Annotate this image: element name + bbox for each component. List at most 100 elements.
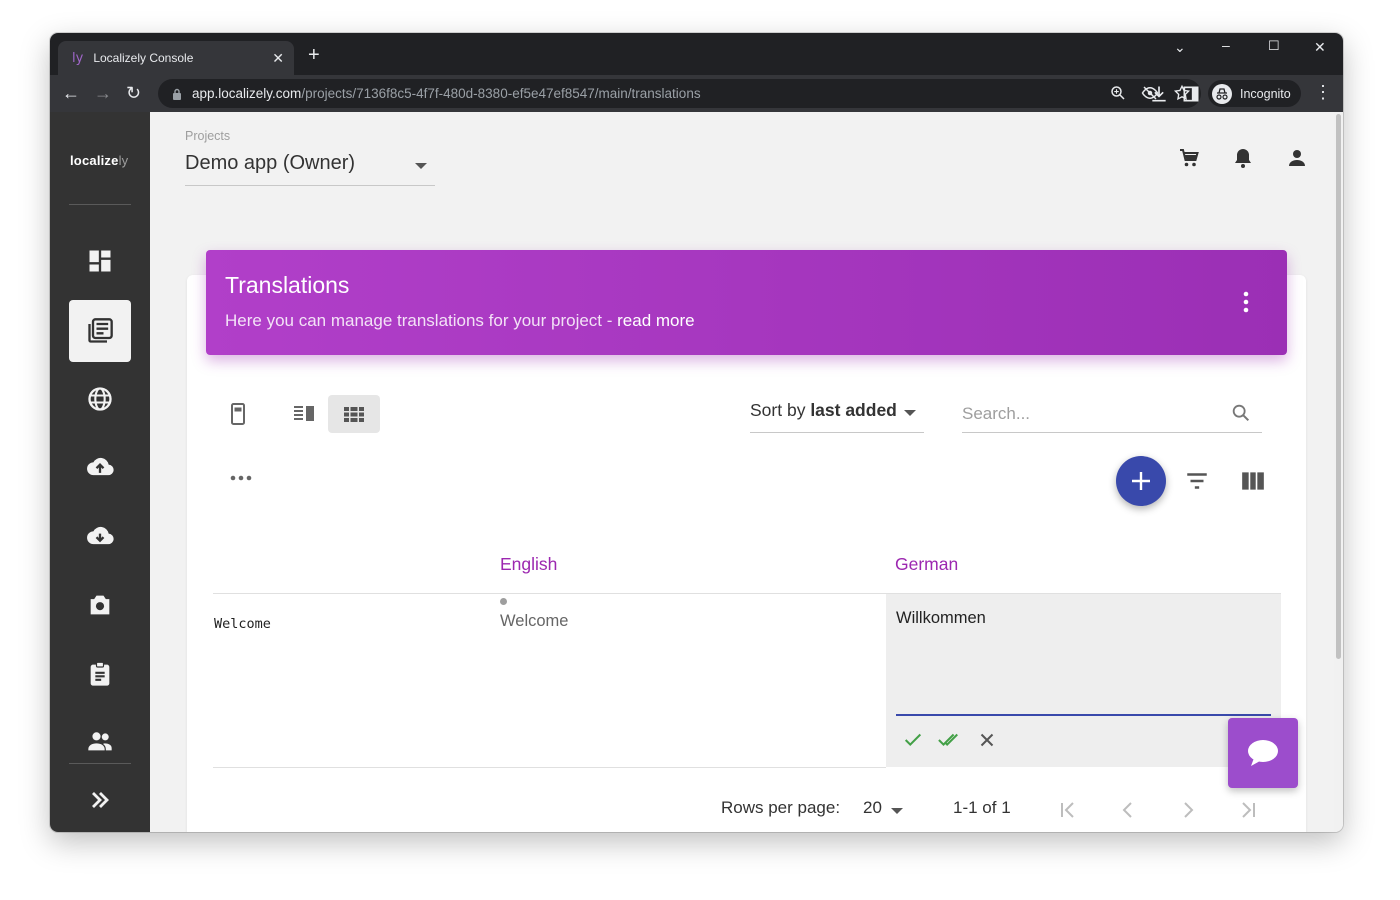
browser-window: ly Localizely Console ✕ + ⌄ – ☐ ✕ ← → ↻ … — [50, 33, 1343, 832]
next-page-icon[interactable] — [1176, 798, 1200, 822]
filter-icon[interactable] — [1184, 468, 1210, 494]
main-content: Projects Demo app (Owner) Translations H… — [150, 112, 1334, 832]
sidebar-item-screenshots[interactable] — [69, 574, 131, 636]
first-page-icon[interactable] — [1056, 798, 1080, 822]
close-window-icon[interactable]: ✕ — [1314, 39, 1326, 56]
dashboard-icon — [89, 250, 111, 272]
incognito-icon — [1212, 83, 1232, 104]
lock-icon — [173, 88, 181, 100]
sidebar-item-upload[interactable] — [69, 436, 131, 498]
profile-label: Incognito — [1240, 86, 1291, 101]
column-header-english[interactable]: English — [500, 554, 557, 575]
new-tab-icon[interactable]: + — [308, 45, 320, 65]
rows-per-page-label: Rows per page: — [721, 798, 841, 817]
cancel-close-icon[interactable] — [976, 729, 998, 751]
favicon-icon: ly — [72, 50, 84, 66]
save-and-review-double-check-icon[interactable] — [938, 729, 960, 751]
tab-title: Localizely Console — [93, 51, 194, 65]
last-page-icon[interactable] — [1236, 798, 1260, 822]
project-select[interactable]: Demo app (Owner) — [185, 152, 435, 186]
reload-icon[interactable]: ↻ — [126, 83, 141, 103]
sidebar-expand-button[interactable] — [69, 769, 131, 831]
add-key-button[interactable] — [1116, 456, 1166, 506]
browser-menu-icon[interactable]: ⋮ — [1314, 82, 1332, 102]
read-more-link[interactable]: read more — [617, 311, 694, 330]
table-row-divider — [213, 767, 886, 768]
notifications-bell-icon[interactable] — [1231, 146, 1255, 170]
sidebar: localizely — [50, 112, 150, 832]
translation-key[interactable]: Welcome — [214, 616, 271, 632]
view-mobile-button[interactable] — [212, 395, 264, 433]
address-bar[interactable]: app.localizely.com/projects/7136f8c5-4f7… — [158, 79, 1201, 108]
back-icon[interactable]: ← — [62, 83, 80, 103]
sidebar-item-reports[interactable] — [69, 643, 131, 705]
split-view-icon — [294, 406, 314, 421]
browser-tab[interactable]: ly Localizely Console ✕ — [58, 41, 294, 75]
upload-icon — [87, 457, 114, 476]
sidebar-divider — [69, 204, 131, 205]
brand-logo[interactable]: localizely — [70, 153, 128, 168]
translations-icon — [88, 318, 113, 343]
sort-value: last added — [810, 400, 897, 420]
column-header-german[interactable]: German — [895, 554, 958, 575]
banner-title: Translations — [225, 272, 350, 298]
forward-icon[interactable]: → — [94, 83, 112, 103]
status-dot-icon — [500, 598, 507, 605]
chat-bubble-icon — [1248, 740, 1278, 766]
team-icon — [88, 732, 112, 751]
plus-icon — [1132, 472, 1150, 490]
reports-clipboard-icon — [90, 661, 110, 686]
downloads-icon[interactable] — [1149, 84, 1169, 104]
view-split-button[interactable] — [278, 395, 330, 433]
account-icon[interactable] — [1285, 146, 1309, 170]
page-scrollbar[interactable] — [1334, 112, 1343, 832]
german-translation-input[interactable]: Willkommen — [896, 609, 1266, 705]
previous-page-icon[interactable] — [1116, 798, 1140, 822]
search-input[interactable] — [962, 400, 1222, 428]
more-horizontal-icon[interactable] — [230, 475, 252, 481]
grid-view-icon — [344, 407, 364, 422]
url-path: /projects/7136f8c5-4f7f-480d-8380-ef5e47… — [301, 86, 701, 101]
german-translation-editor: Willkommen — [886, 594, 1281, 767]
maximize-icon[interactable]: ☐ — [1268, 38, 1280, 54]
translations-banner: Translations Here you can manage transla… — [206, 250, 1287, 355]
zoom-icon[interactable] — [1109, 84, 1127, 102]
sidebar-divider-bottom — [69, 763, 131, 764]
sidebar-item-download[interactable] — [69, 505, 131, 567]
languages-globe-icon — [88, 387, 112, 411]
rows-per-page-chevron-icon — [891, 808, 903, 814]
download-icon — [87, 526, 114, 545]
project-select-value: Demo app (Owner) — [185, 152, 356, 174]
side-panel-icon[interactable] — [1181, 84, 1201, 104]
search-field[interactable] — [962, 400, 1262, 433]
tab-strip: ly Localizely Console ✕ + ⌄ – ☐ ✕ — [50, 33, 1343, 75]
tab-search-icon[interactable]: ⌄ — [1174, 39, 1186, 56]
app: localizely Projects Demo app (Owner) Tra… — [50, 112, 1343, 832]
save-check-icon[interactable] — [902, 729, 924, 751]
banner-subtitle: Here you can manage translations for you… — [225, 311, 695, 330]
scrollbar-thumb[interactable] — [1336, 114, 1341, 659]
tab-close-icon[interactable]: ✕ — [272, 50, 284, 67]
sidebar-item-languages[interactable] — [69, 368, 131, 430]
browser-toolbar: ← → ↻ app.localizely.com/projects/7136f8… — [50, 75, 1343, 112]
cart-icon[interactable] — [1177, 146, 1201, 170]
incognito-badge[interactable]: Incognito — [1208, 80, 1301, 107]
search-icon[interactable] — [1230, 402, 1252, 424]
columns-icon[interactable] — [1240, 468, 1266, 494]
view-grid-button[interactable] — [328, 395, 380, 433]
sort-select[interactable]: Sort by last added — [750, 400, 924, 433]
minimize-icon[interactable]: – — [1222, 37, 1230, 53]
banner-more-icon[interactable] — [1243, 290, 1249, 314]
screenshots-camera-icon — [90, 595, 110, 615]
rows-per-page-select[interactable]: 20 — [863, 798, 882, 818]
projects-label: Projects — [185, 129, 231, 143]
sidebar-item-translations[interactable] — [69, 300, 131, 362]
url-host: app.localizely.com — [192, 86, 302, 101]
sidebar-item-dashboard[interactable] — [69, 230, 131, 292]
chat-widget-button[interactable] — [1228, 718, 1298, 788]
sort-prefix: Sort by — [750, 400, 811, 420]
mobile-view-icon — [231, 403, 245, 425]
expand-icon — [92, 792, 109, 808]
sort-chevron-down-icon — [904, 410, 916, 416]
english-translation[interactable]: Welcome — [500, 612, 568, 631]
